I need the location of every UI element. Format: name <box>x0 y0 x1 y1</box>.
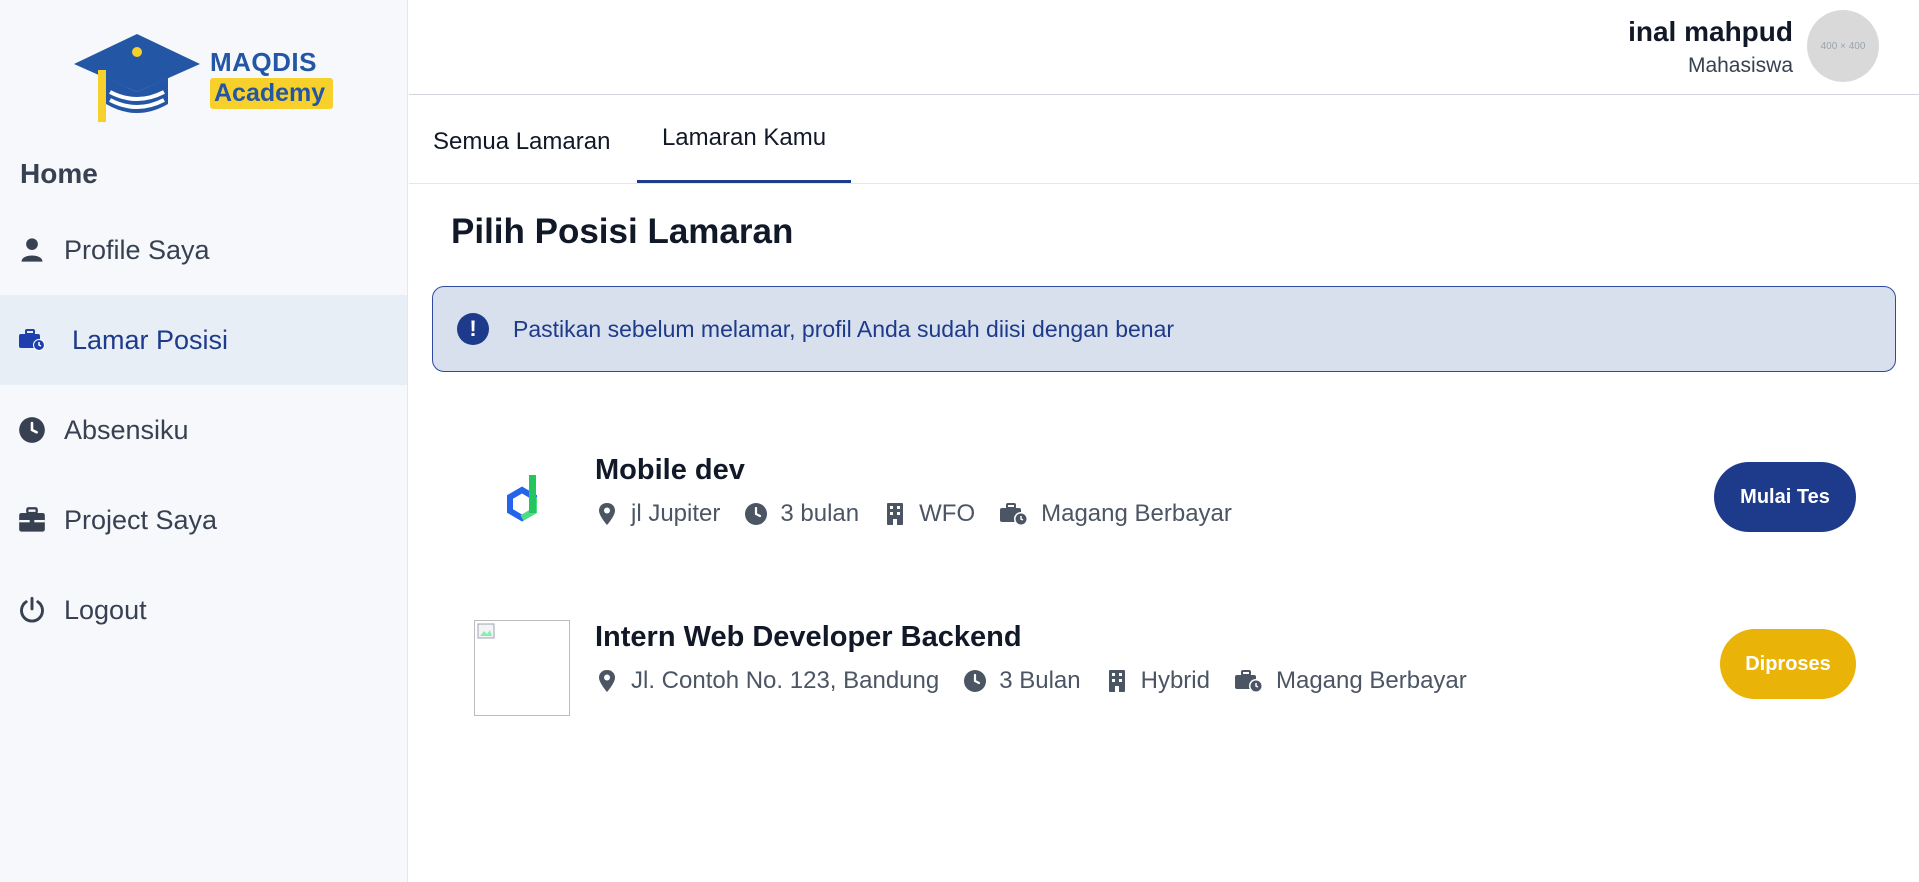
company-logo-icon <box>507 475 537 522</box>
page-title: Pilih Posisi Lamaran <box>451 212 794 251</box>
job-work-type-text: WFO <box>919 500 976 527</box>
job-location-text: jl Jupiter <box>631 500 721 527</box>
sidebar-item-project-saya[interactable]: Project Saya <box>0 475 407 565</box>
building-icon <box>887 503 904 525</box>
sidebar-item-label: Logout <box>64 594 147 625</box>
briefcase-clock-icon <box>18 326 46 354</box>
job-title: Mobile dev <box>595 454 745 486</box>
job-duration-text: 3 bulan <box>780 500 860 527</box>
diproses-button[interactable]: Diproses <box>1720 629 1856 699</box>
user-role: Mahasiswa <box>1687 54 1793 77</box>
alert-text: Pastikan sebelum melamar, profil Anda su… <box>513 315 1175 342</box>
job-card: Mobile dev jl Jupiter 3 bulan WFO Magang… <box>432 438 1896 548</box>
sidebar: MAQDIS Academy Home Profile Saya Lamar P… <box>0 0 408 882</box>
sidebar-item-label: Profile Saya <box>64 234 210 265</box>
job-meta: Jl. Contoh No. 123, Bandung 3 Bulan Hybr… <box>595 667 1491 695</box>
sidebar-item-profile-saya[interactable]: Profile Saya <box>0 205 407 295</box>
clock-icon <box>964 670 987 692</box>
sidebar-item-logout[interactable]: Logout <box>0 565 407 655</box>
briefcase-icon <box>18 506 46 534</box>
job-location: jl Jupiter <box>595 500 720 528</box>
job-work-type-text: Hybrid <box>1140 667 1210 694</box>
job-duration: 3 bulan <box>744 500 859 528</box>
sidebar-item-label: Project Saya <box>64 504 218 535</box>
sidebar-nav: Profile Saya Lamar Posisi Absensiku Proj… <box>0 205 407 655</box>
logo-text-academy: Academy <box>210 78 334 109</box>
location-pin-icon <box>599 503 615 525</box>
mulai-tes-button[interactable]: Mulai Tes <box>1714 462 1856 532</box>
company-logo <box>474 453 570 549</box>
sidebar-item-lamar-posisi[interactable]: Lamar Posisi <box>0 295 407 385</box>
job-program: Magang Berbayar <box>999 500 1232 528</box>
sidebar-item-label: Absensiku <box>64 414 189 445</box>
graduation-cap-icon <box>74 34 200 122</box>
job-program: Magang Berbayar <box>1234 667 1467 695</box>
job-program-text: Magang Berbayar <box>1041 500 1232 527</box>
job-duration: 3 Bulan <box>963 667 1081 695</box>
building-icon <box>1108 670 1125 692</box>
job-work-type: WFO <box>883 500 975 528</box>
sidebar-item-absensiku[interactable]: Absensiku <box>0 385 407 475</box>
power-icon <box>18 596 46 624</box>
job-meta: jl Jupiter 3 bulan WFO Magang Berbayar <box>595 500 1256 528</box>
tab-lamaran-kamu[interactable]: Lamaran Kamu <box>637 96 851 183</box>
avatar-placeholder-text: 400 × 400 <box>1820 40 1866 52</box>
info-alert: ! Pastikan sebelum melamar, profil Anda … <box>432 286 1896 372</box>
job-location: Jl. Contoh No. 123, Bandung <box>595 667 939 695</box>
exclamation-icon: ! <box>457 313 489 345</box>
clock-icon <box>745 503 768 525</box>
job-location-text: Jl. Contoh No. 123, Bandung <box>631 667 940 694</box>
job-work-type: Hybrid <box>1105 667 1210 695</box>
top-header: inal mahpud Mahasiswa 400 × 400 <box>409 0 1919 95</box>
company-logo-broken-image <box>474 620 570 716</box>
job-program-text: Magang Berbayar <box>1275 667 1467 694</box>
tab-bar: Semua Lamaran Lamaran Kamu <box>409 96 1919 184</box>
user-icon <box>18 236 46 264</box>
maqdis-academy-logo[interactable]: MAQDIS Academy <box>70 30 350 130</box>
broken-image-icon <box>477 623 495 639</box>
logo-text-maqdis: MAQDIS <box>210 47 317 77</box>
user-name: inal mahpud <box>1628 16 1793 47</box>
briefcase-clock-icon <box>1234 670 1263 693</box>
location-pin-icon <box>599 670 615 692</box>
briefcase-clock-icon <box>1000 503 1029 526</box>
sidebar-home-heading[interactable]: Home <box>20 158 98 190</box>
job-title: Intern Web Developer Backend <box>595 621 1022 653</box>
tab-semua-lamaran[interactable]: Semua Lamaran <box>433 98 610 186</box>
avatar[interactable]: 400 × 400 <box>1807 10 1879 82</box>
job-duration-text: 3 Bulan <box>999 667 1081 694</box>
sidebar-item-label: Lamar Posisi <box>72 324 229 355</box>
job-card: Intern Web Developer Backend Jl. Contoh … <box>432 605 1896 716</box>
clock-icon <box>18 416 46 444</box>
